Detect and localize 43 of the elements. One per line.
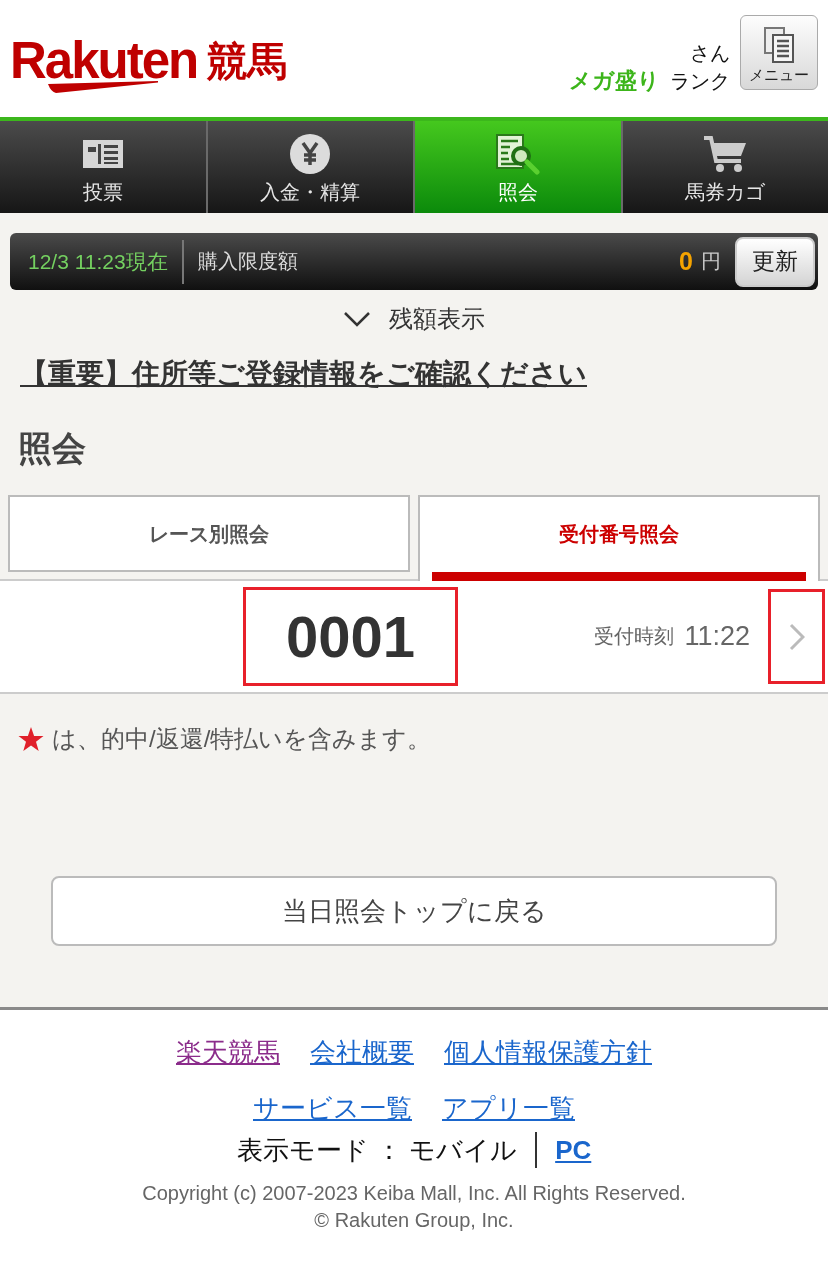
receipt-number: 0001 [243, 587, 458, 686]
receipt-time-label: 受付時刻 [594, 624, 675, 649]
balance-timestamp: 12/3 11:23現在 [27, 248, 169, 275]
nav-tab[interactable]: 入金・精算 [207, 121, 415, 213]
menu-button[interactable]: メニュー [740, 15, 818, 90]
document-stack-icon [764, 27, 794, 63]
copyright-text: Copyright (c) 2007-2023 Keiba Mall, Inc. All Rights Reserved. [142, 1181, 686, 1206]
footer-link[interactable]: 個人情報保護方針 [444, 1032, 652, 1072]
legend-text: は、的中/返還/特払いを含みます。 [52, 724, 432, 754]
footer-link[interactable]: サービス一覧 [253, 1088, 412, 1128]
notice-link[interactable]: 【重要】住所等ご登録情報をご確認ください [20, 358, 587, 389]
sub-tab[interactable]: レース別照会 [8, 495, 410, 572]
footer-link[interactable]: アプリ一覧 [442, 1088, 575, 1128]
cart-icon [703, 135, 748, 173]
logo-service-name: 競馬 [207, 38, 288, 85]
currency-unit: 円 [701, 249, 721, 274]
footer-link[interactable]: 会社概要 [310, 1032, 414, 1072]
nav-tab[interactable]: 照会 [415, 121, 623, 213]
page-title: 照会 [18, 428, 87, 468]
sub-tab[interactable]: 受付番号照会 [418, 495, 820, 581]
logo-wordmark: Rakuten [10, 35, 198, 87]
chevron-right-icon [788, 622, 805, 651]
refresh-button[interactable]: 更新 [735, 236, 815, 287]
list-icon [82, 140, 123, 168]
display-mode-label: 表示モード ： モバイル [236, 1134, 518, 1167]
document-search-icon [495, 133, 540, 175]
yen-coin-icon [290, 134, 331, 174]
limit-label: 購入限度額 [197, 249, 299, 274]
copyright-text: © Rakuten Group, Inc. [314, 1208, 514, 1233]
back-button[interactable]: 当日照会トップに戻る [51, 876, 777, 946]
limit-amount: 0 [679, 247, 693, 276]
footer-link[interactable]: 楽天競馬 [176, 1032, 280, 1072]
nav-tab[interactable]: 投票 [0, 121, 208, 213]
swoosh-icon [48, 81, 158, 93]
balance-toggle[interactable]: 残額表示 [343, 304, 485, 334]
pc-link[interactable]: PC [555, 1132, 592, 1168]
rank-name: メガ盛り [569, 67, 660, 95]
rank-label: ランク [670, 69, 730, 94]
receipt-time: 11:22 [684, 621, 750, 652]
star-icon [18, 726, 44, 752]
user-honorific: さん [690, 41, 730, 66]
next-button[interactable] [768, 589, 825, 684]
nav-tab[interactable]: 馬券カゴ [622, 121, 828, 213]
